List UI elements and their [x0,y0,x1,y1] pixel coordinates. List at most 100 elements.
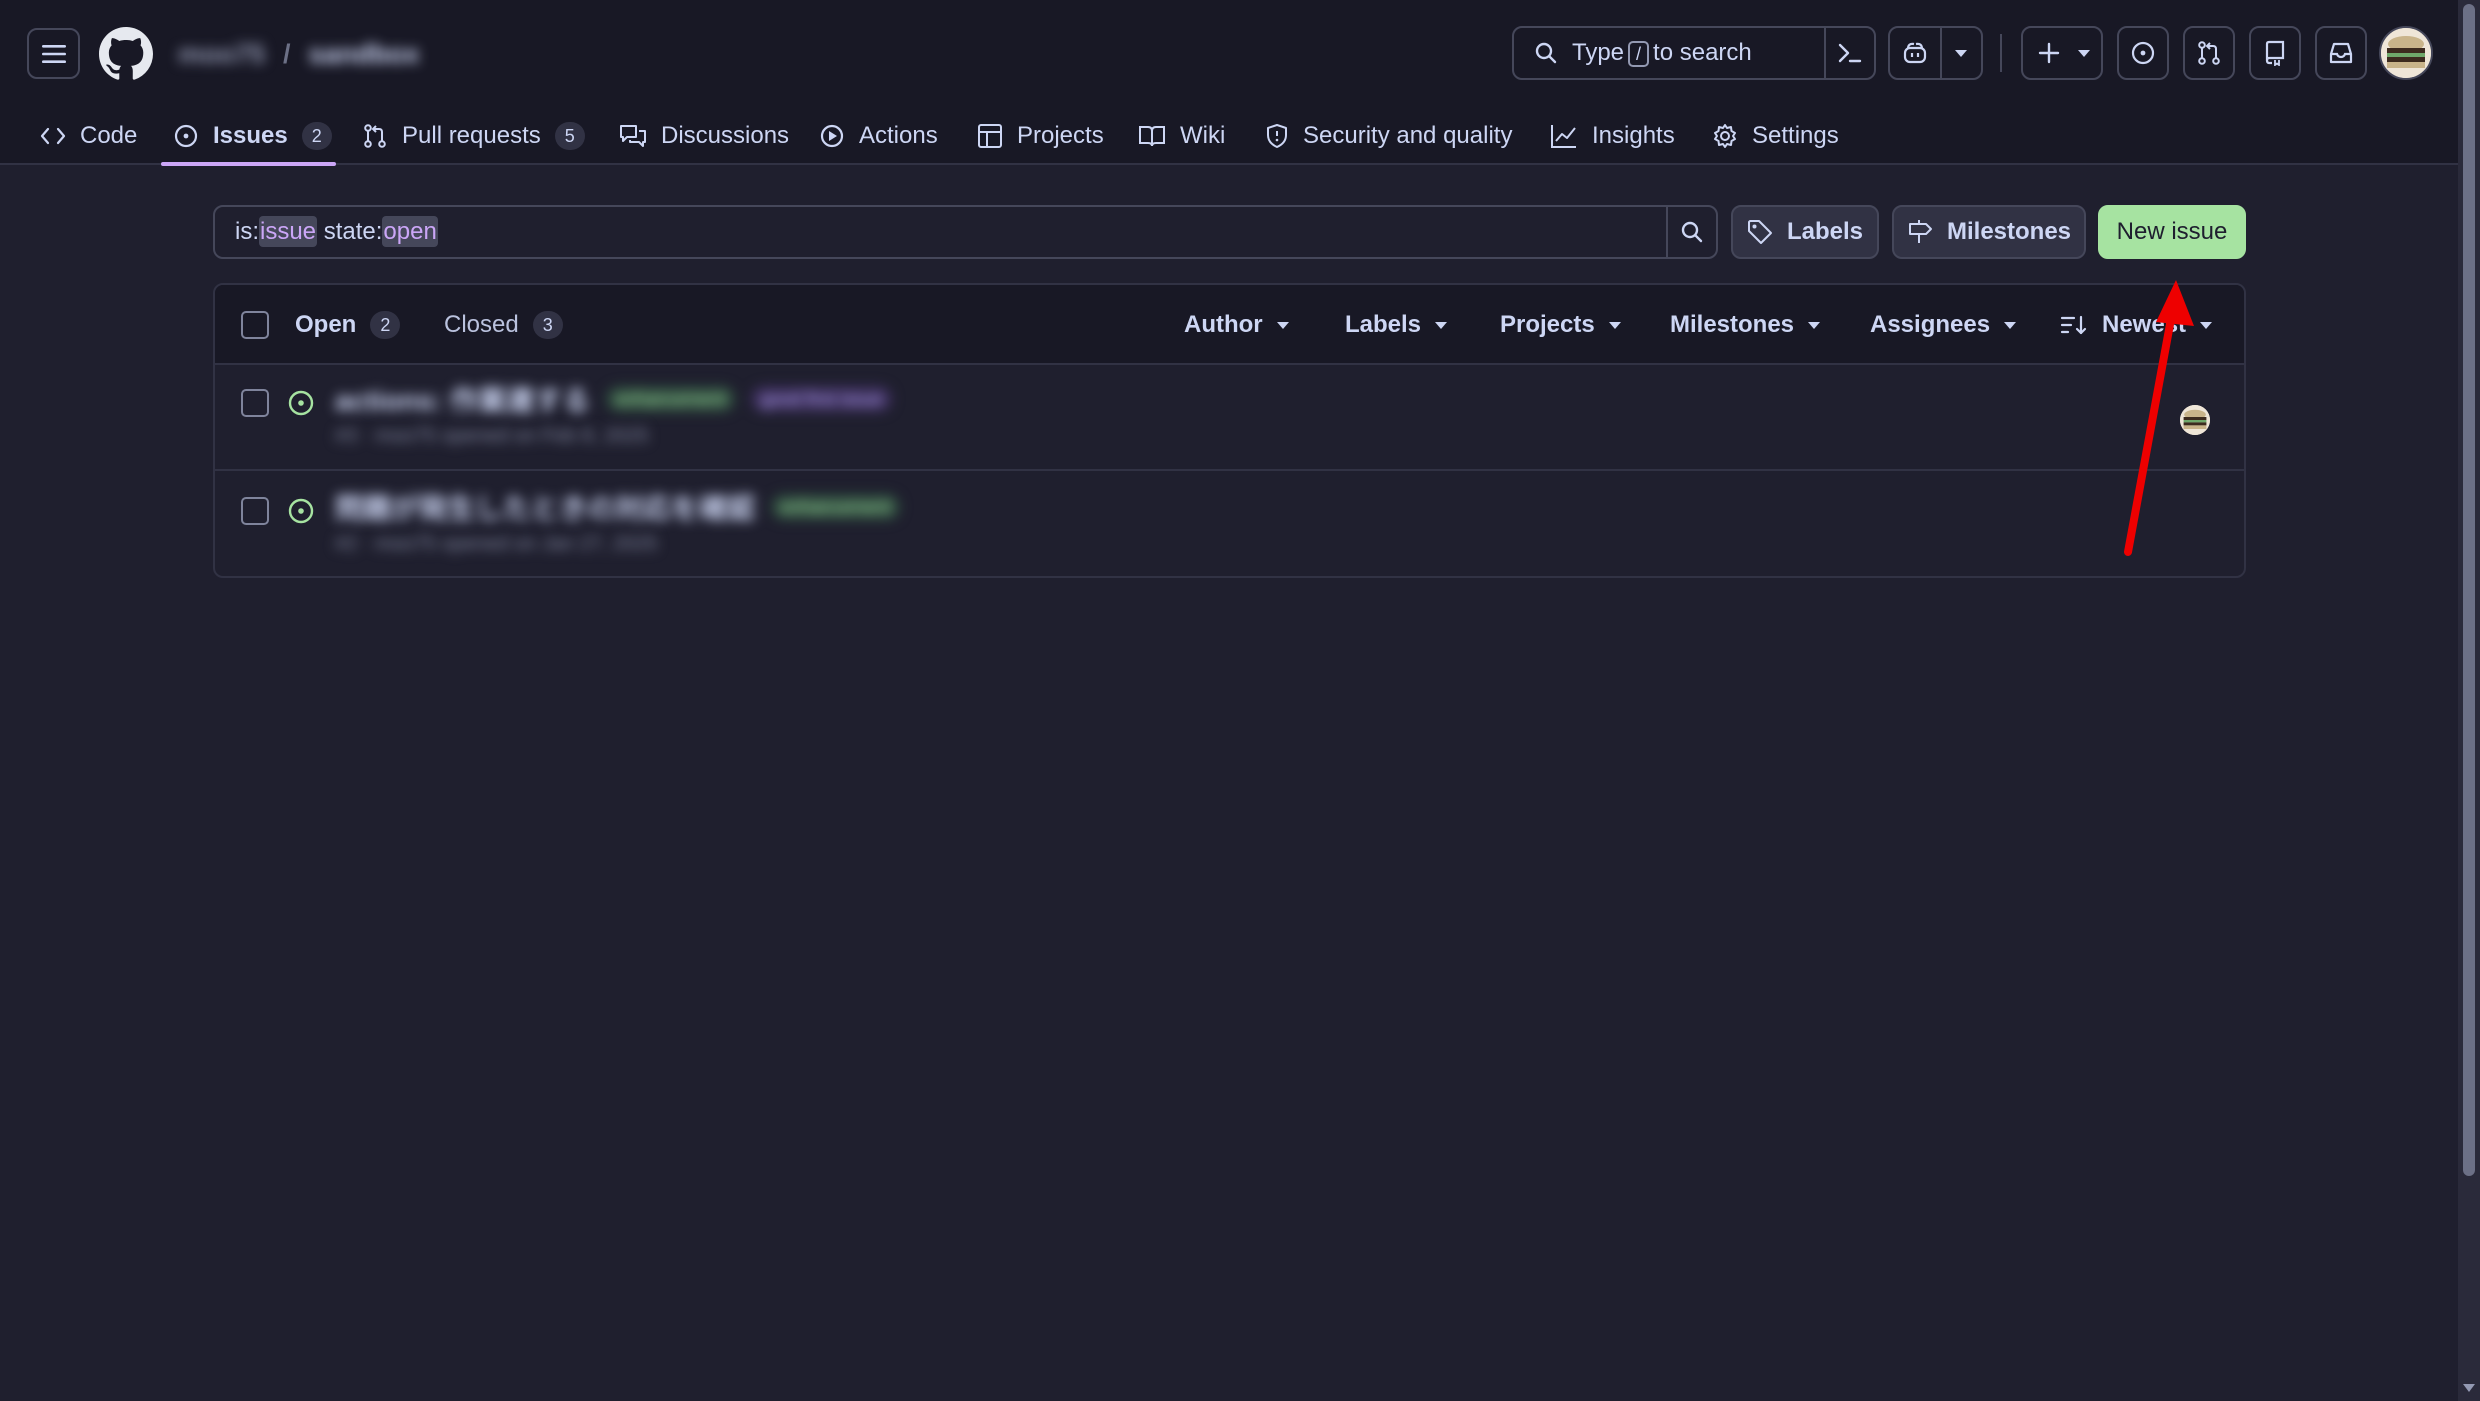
copilot-split-divider [1940,28,1942,78]
new-issue-button[interactable]: New issue [2098,205,2246,259]
tab-wiki-label: Wiki [1180,121,1226,149]
user-avatar[interactable] [2379,26,2433,80]
chevron-down-icon [2004,321,2017,329]
chevron-down-icon [1808,321,1821,329]
sort-desc-icon [2060,314,2088,336]
hamburger-menu-button[interactable] [27,28,80,79]
issue-label[interactable]: enhancement [606,386,736,412]
code-icon [40,126,66,146]
tab-insights[interactable]: Insights [1550,106,1675,165]
hamburger-icon [41,44,66,63]
tab-actions[interactable]: Actions [819,106,938,165]
search-hint-prefix: Type [1572,39,1625,66]
global-bar: moo75 / sandbox Type / to search [0,0,2458,106]
issue-title-link[interactable]: actions: 作業連する enhancement good first is… [335,379,893,419]
select-all-checkbox[interactable] [241,311,269,339]
tab-code-label: Code [80,121,138,149]
tab-pull-requests-label: Pull requests [402,121,541,149]
issue-title-text: 問題が発生したときの対応を確認 [335,493,756,524]
issue-checkbox[interactable] [241,389,269,417]
issue-opened-icon [287,497,315,525]
milestones-button[interactable]: Milestones [1892,205,2086,259]
terminal-icon [1838,43,1862,63]
graph-icon [1550,123,1578,149]
tab-settings[interactable]: Settings [1712,106,1839,165]
chevron-down-icon [1435,321,1448,329]
github-logo-icon[interactable] [98,26,154,82]
tab-projects[interactable]: Projects [977,106,1104,165]
tab-pull-requests[interactable]: Pull requests 5 [362,106,585,165]
issue-meta: #3 · moo75 opened on Feb 8, 2025 [335,425,649,447]
issue-opened-icon [2131,41,2155,65]
chevron-down-icon[interactable] [1955,50,1967,57]
breadcrumb: moo75 / sandbox [178,36,420,72]
search-shortcut-key: / [1628,41,1650,67]
issue-title-link[interactable]: 問題が発生したときの対応を確認 enhancement [335,487,901,527]
milestones-filter[interactable]: Milestones [1670,307,1821,343]
issue-label[interactable]: good first issue [751,386,893,412]
global-search-button[interactable]: Type / to search [1512,26,1826,80]
issues-filter-input[interactable]: is:issue state:open [213,205,1668,259]
labels-filter-label: Labels [1345,311,1422,338]
issue-meta: #2 · moo75 opened on Jan 27, 2025 [335,533,658,555]
repo-icon [2265,40,2285,66]
chevron-down-icon [1608,321,1621,329]
tab-discussions[interactable]: Discussions [619,106,789,165]
breadcrumb-separator: / [283,38,291,69]
projects-filter[interactable]: Projects [1500,307,1621,343]
gear-icon [1712,123,1738,149]
notifications-button[interactable] [2315,26,2367,80]
scroll-down-arrow-icon[interactable] [2463,1384,2475,1392]
shield-icon [1265,123,1289,149]
filter-search-button[interactable] [1666,205,1718,259]
chevron-down-icon [1276,321,1289,329]
milestone-icon [1907,219,1933,245]
tab-issues[interactable]: Issues 2 [173,106,332,165]
pull-requests-count-badge: 5 [554,121,585,150]
repositories-button[interactable] [2249,26,2301,80]
issue-opened-icon [287,389,315,417]
breadcrumb-owner[interactable]: moo75 [178,39,265,70]
open-count-badge: 2 [370,311,401,339]
create-new-button[interactable] [2021,26,2103,80]
tab-discussions-label: Discussions [661,121,790,149]
author-filter[interactable]: Author [1184,307,1289,343]
labels-button[interactable]: Labels [1731,205,1879,259]
scrollbar-thumb[interactable] [2463,4,2475,1176]
issues-count-badge: 2 [301,121,332,150]
your-pull-requests-button[interactable] [2183,26,2235,80]
author-filter-label: Author [1184,311,1263,338]
tab-security[interactable]: Security and quality [1265,106,1512,165]
issue-row[interactable]: actions: 作業連する enhancement good first is… [215,365,2244,471]
plus-icon [2037,41,2061,65]
search-icon [1534,41,1558,65]
table-icon [977,123,1003,149]
issue-row[interactable]: 問題が発生したときの対応を確認 enhancement #2 · moo75 o… [215,473,2244,576]
inbox-icon [2329,42,2353,64]
your-issues-button[interactable] [2117,26,2169,80]
command-palette-button[interactable] [1824,26,1876,80]
issues-list: Open 2 Closed 3 Author Labels Projects M… [213,283,2246,578]
tab-projects-label: Projects [1017,121,1104,149]
filter-value-issue: issue [259,216,318,247]
issue-checkbox[interactable] [241,497,269,525]
tab-issues-label: Issues [213,121,288,149]
issues-list-header: Open 2 Closed 3 Author Labels Projects M… [215,285,2244,365]
labels-button-label: Labels [1786,218,1864,245]
open-issues-tab[interactable]: Open 2 [295,307,401,343]
copilot-button[interactable] [1888,26,1983,80]
book-icon [1138,124,1166,148]
tag-icon [1747,219,1773,245]
assignees-filter[interactable]: Assignees [1870,307,2017,343]
issue-label[interactable]: enhancement [771,494,901,520]
breadcrumb-repo[interactable]: sandbox [309,39,420,70]
filter-qualifier-state: state: [323,218,383,245]
closed-tab-label: Closed [444,311,519,338]
tab-security-label: Security and quality [1303,121,1513,149]
tab-wiki[interactable]: Wiki [1138,106,1225,165]
closed-issues-tab[interactable]: Closed 3 [444,307,563,343]
tab-code[interactable]: Code [40,106,137,165]
git-pull-request-icon [362,123,388,149]
labels-filter[interactable]: Labels [1345,307,1448,343]
assignees-filter-label: Assignees [1870,311,1991,338]
